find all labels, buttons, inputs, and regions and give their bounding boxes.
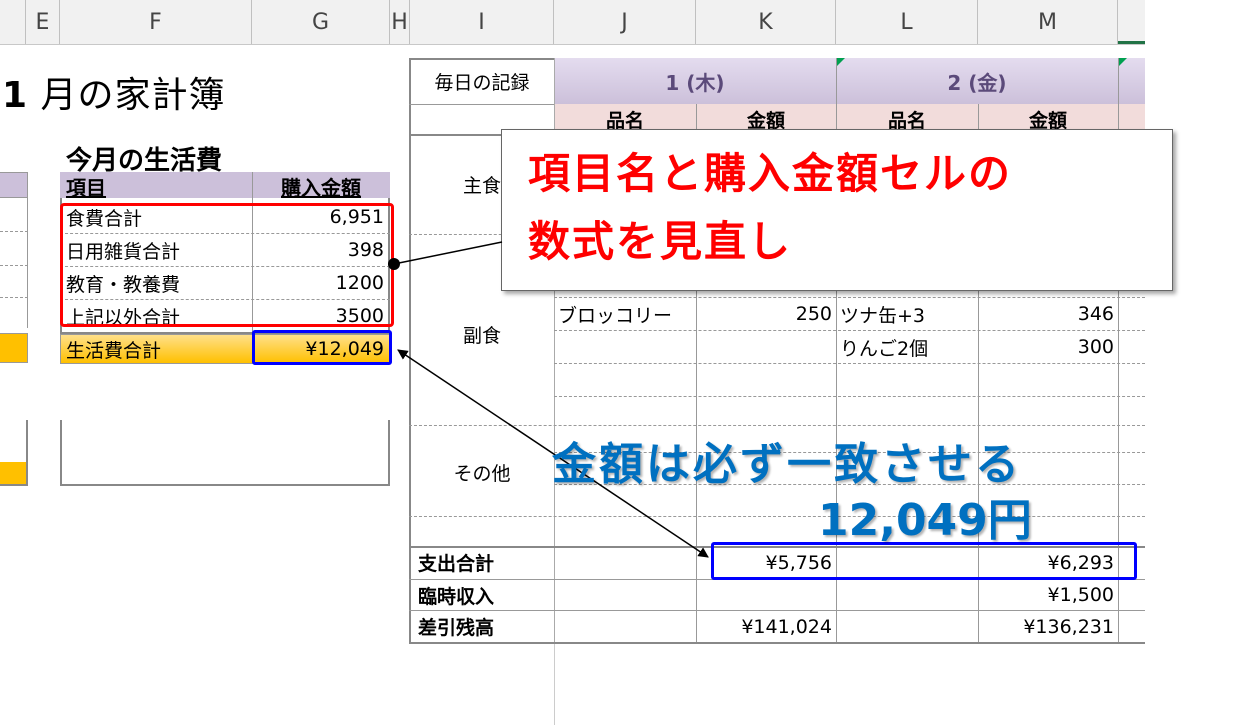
callout-connector-dot: [388, 258, 400, 270]
annotation-connectors: [388, 241, 709, 558]
callout-connector: [393, 241, 503, 265]
blue-annotation-line1: 金額は必ず一致させる: [552, 439, 1022, 490]
blue-annotation-line2: 12,049円: [818, 495, 1032, 546]
